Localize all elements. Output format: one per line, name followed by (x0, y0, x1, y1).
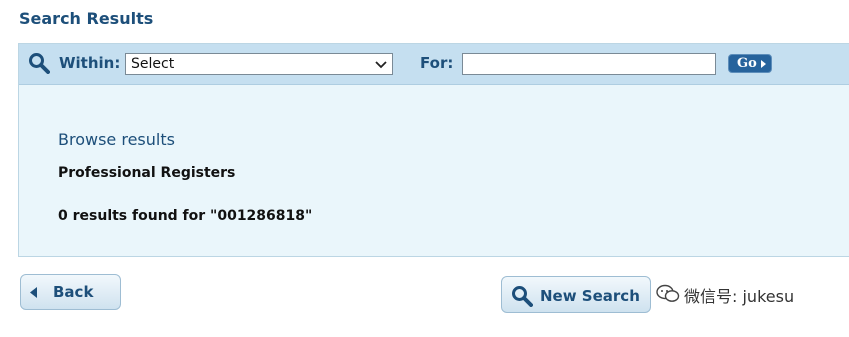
new-search-button[interactable]: New Search (501, 276, 651, 313)
search-bar: Within: Select For: Go (19, 44, 849, 85)
back-button[interactable]: Back (20, 274, 121, 310)
page-title: Search Results (19, 9, 154, 28)
register-name: Professional Registers (58, 165, 236, 181)
go-button[interactable]: Go (728, 54, 772, 73)
within-label: Within: (59, 54, 121, 72)
within-select[interactable]: Select (125, 53, 393, 75)
back-button-label: Back (53, 283, 94, 301)
wechat-icon (656, 284, 680, 302)
search-icon (29, 53, 50, 74)
for-label: For: (420, 54, 454, 72)
for-input[interactable] (462, 53, 716, 75)
caret-right-icon (761, 60, 766, 68)
new-search-label: New Search (540, 287, 640, 305)
results-summary: 0 results found for "001286818" (58, 208, 313, 224)
search-panel: Within: Select For: Go Browse results Pr… (18, 43, 849, 257)
go-button-label: Go (737, 56, 757, 71)
within-select-value: Select (131, 56, 175, 72)
search-icon (512, 286, 533, 307)
caret-left-icon (30, 287, 37, 298)
chevron-down-icon (375, 61, 387, 69)
wechat-label: 微信号: jukesu (684, 287, 795, 306)
browse-heading: Browse results (58, 130, 175, 149)
